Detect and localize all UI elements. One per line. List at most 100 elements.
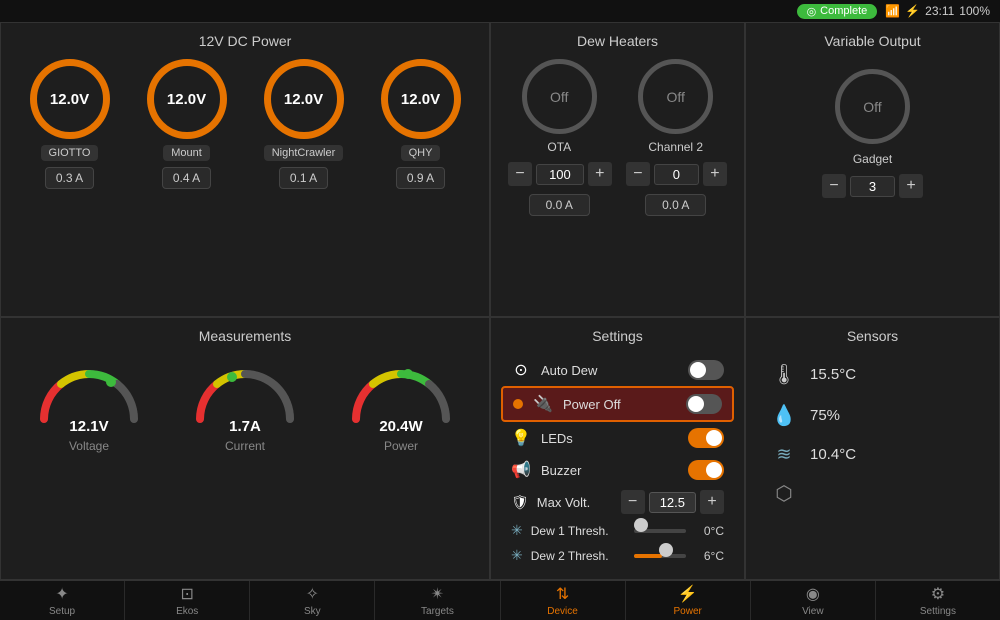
nav-view[interactable]: ◉ View [751,581,876,620]
nav-ekos[interactable]: ⊡ Ekos [125,581,250,620]
voltage-gauge [34,354,144,414]
measurements-title: Measurements [11,328,479,344]
dew-ota-label: OTA [547,140,571,154]
dew1-slider-thumb[interactable] [634,518,648,532]
dew-ch2-item: Off Channel 2 [638,59,713,154]
current-label: Current [225,439,265,453]
nav-settings[interactable]: ⚙ Settings [876,581,1000,620]
variable-off-circle[interactable]: Off [835,69,910,144]
dew-ch2-plus[interactable]: + [703,162,727,186]
max-volt-icon: 🛡 [511,494,529,511]
auto-dew-icon: ⊙ [511,360,531,380]
voltage-meter: 12.1V Voltage [34,354,144,453]
variable-output-title: Variable Output [756,33,989,49]
device-icon: ⇅ [556,584,569,604]
power-off-dot [513,399,523,409]
device-label-1: GIOTTO [41,145,99,161]
dew1-slider-wrap[interactable] [634,523,686,539]
variable-output-content: Off Gadget − 3 + [756,59,989,202]
device-label-3: NightCrawler [264,145,344,161]
amp-label-3: 0.1 A [279,167,328,189]
wifi-icon: 📶 [885,4,900,18]
dew1-thresh-val: 0°C [694,524,724,538]
power-meter: 20.4W Power [346,354,456,453]
auto-dew-toggle[interactable] [688,360,724,380]
device-label-4: QHY [401,145,441,161]
gauge-giotto: 12.0V GIOTTO 0.3 A [30,59,110,189]
dew-heaters-panel: Dew Heaters Off OTA Off Channel 2 − 100 … [490,22,745,317]
bottom-nav: ✦ Setup ⊡ Ekos ✧ Sky ✴ Targets ⇅ Device … [0,580,1000,620]
settings-panel: Settings ⊙ Auto Dew 🔌 Power Off 💡 LEDs 📢… [490,317,745,580]
dew-ch2-label: Channel 2 [648,140,703,154]
max-volt-row: 🛡 Max Volt. − 12.5 + [501,486,734,518]
nav-targets[interactable]: ✴ Targets [375,581,500,620]
sensor-dew-val: 10.4°C [810,446,856,463]
leds-icon: 💡 [511,428,531,448]
leds-label: LEDs [541,431,678,446]
thermometer-icon: 🌡 [770,362,798,387]
dew-ota-stepper: − 100 + [508,162,612,186]
variable-minus[interactable]: − [822,174,846,198]
max-volt-val: 12.5 [649,492,696,513]
gauge-ring-2: 12.0V [147,59,227,139]
buzzer-toggle[interactable] [688,460,724,480]
dew-ch2-val: 0 [654,164,699,185]
dew-heaters-title: Dew Heaters [501,33,734,49]
variable-stepper: − 3 + [822,174,923,198]
settings-title: Settings [501,328,734,344]
sensor-temp-val: 15.5°C [810,366,856,383]
dew-ota-item: Off OTA [522,59,597,154]
status-complete-badge: ◎ Complete [797,4,878,19]
dew-ota-amps: 0.0 A [529,194,590,216]
measurements-panel: Measurements [0,317,490,580]
dew-ota-circle[interactable]: Off [522,59,597,134]
nav-power[interactable]: ⚡ Power [626,581,751,620]
nav-sky[interactable]: ✧ Sky [250,581,375,620]
power-gauge [346,354,456,414]
current-gauge [190,354,300,414]
gauge-mount: 12.0V Mount 0.4 A [147,59,227,189]
nav-settings-label: Settings [920,606,956,617]
power-nav-icon: ⚡ [678,584,698,604]
settings-nav-icon: ⚙ [931,584,945,604]
max-volt-minus[interactable]: − [621,490,645,514]
sensor-dew-row: ≋ 10.4°C [756,436,989,473]
variable-output-panel: Variable Output Off Gadget − 3 + [745,22,1000,317]
settings-leds-row: 💡 LEDs [501,422,734,454]
time-display: 23:11 [925,4,954,18]
power-off-toggle[interactable] [686,394,722,414]
gauge-ring-1: 12.0V [30,59,110,139]
nav-setup[interactable]: ✦ Setup [0,581,125,620]
dew-ota-plus[interactable]: + [588,162,612,186]
dew-ota-val: 100 [536,164,584,185]
sky-nav-icon: ✧ [306,584,319,604]
nav-view-label: View [802,606,824,617]
dew2-slider-wrap[interactable] [634,548,686,564]
nav-device[interactable]: ⇅ Device [501,581,626,620]
dc-power-title: 12V DC Power [11,33,479,49]
max-volt-plus[interactable]: + [700,490,724,514]
dew2-slider-fill [634,554,663,558]
max-volt-stepper: − 12.5 + [621,490,724,514]
dc-power-panel: 12V DC Power 12.0V GIOTTO 0.3 A 12.0V Mo… [0,22,490,317]
dew2-thresh-icon: ✳ [511,547,523,564]
dew-ch2-circle[interactable]: Off [638,59,713,134]
main-grid: 12V DC Power 12.0V GIOTTO 0.3 A 12.0V Mo… [0,22,1000,580]
dew-amps-row: 0.0 A 0.0 A [501,194,734,216]
dew-circles-row: Off OTA Off Channel 2 [501,59,734,154]
sensor-humidity-row: 💧 75% [756,395,989,436]
power-off-icon: 🔌 [533,394,553,414]
view-icon: ◉ [806,584,820,604]
gauge-nightcrawler: 12.0V NightCrawler 0.1 A [264,59,344,189]
dew1-thresh-label: Dew 1 Thresh. [531,524,626,538]
dew-icon: ≋ [770,444,798,465]
sensors-title: Sensors [756,328,989,344]
lightning-icon: ⚡ [905,4,920,18]
variable-plus[interactable]: + [899,174,923,198]
settings-auto-dew-row: ⊙ Auto Dew [501,354,734,386]
dew-ota-minus[interactable]: − [508,162,532,186]
leds-toggle[interactable] [688,428,724,448]
nav-device-label: Device [547,606,578,617]
dew-ch2-minus[interactable]: − [626,162,650,186]
dew2-slider-thumb[interactable] [659,543,673,557]
